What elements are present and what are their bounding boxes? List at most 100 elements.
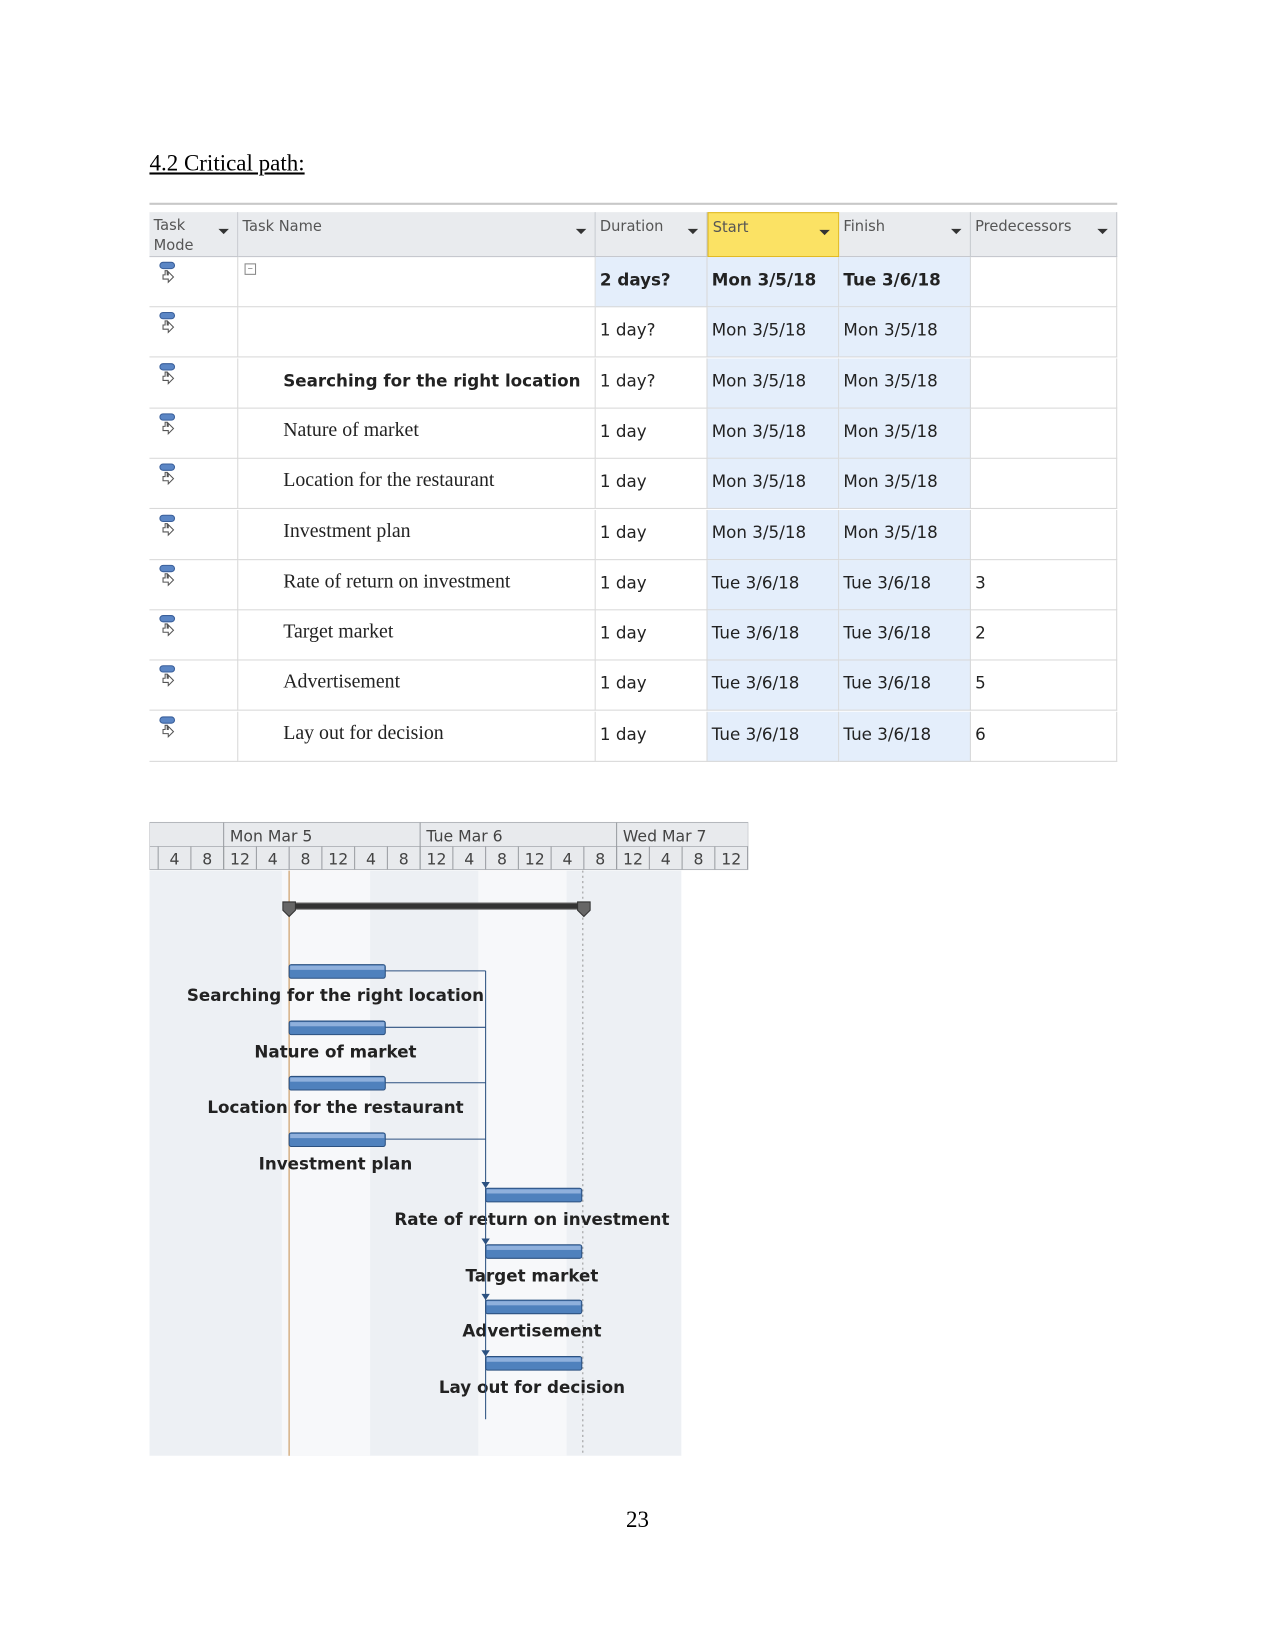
task-mode-auto-scheduled-icon: [159, 362, 176, 385]
duration-value: 1 day: [599, 572, 647, 593]
task-mode-cell[interactable]: [149, 559, 239, 611]
start-cell[interactable]: Tue 3/6/18: [707, 559, 840, 611]
dropdown-arrow-icon[interactable]: [1097, 228, 1108, 235]
task-mode-cell[interactable]: [149, 610, 239, 661]
task-name-cell[interactable]: Investment plan: [238, 509, 596, 560]
finish-cell[interactable]: Mon 3/5/18: [839, 509, 971, 560]
duration-cell[interactable]: 1 day?: [595, 307, 708, 358]
finish-cell[interactable]: Tue 3/6/18: [839, 711, 971, 762]
task-mode-cell[interactable]: [149, 257, 239, 308]
predecessors-cell[interactable]: [970, 509, 1118, 560]
task-name-cell[interactable]: Location for the restaurant: [238, 458, 596, 510]
dropdown-arrow-icon[interactable]: [687, 228, 699, 235]
column-header-duration[interactable]: Duration: [595, 212, 708, 258]
task-name-value: Investment plan: [283, 519, 411, 542]
start-cell[interactable]: Tue 3/6/18: [707, 660, 840, 712]
collapse-toggle-icon[interactable]: −: [244, 263, 257, 275]
finish-value: Tue 3/6/18: [843, 269, 941, 290]
predecessors-cell[interactable]: 2: [970, 610, 1118, 661]
duration-cell[interactable]: 1 day?: [595, 358, 708, 409]
task-name-cell[interactable]: Advertisement: [238, 660, 596, 712]
finish-value: Mon 3/5/18: [843, 421, 938, 441]
finish-cell[interactable]: Tue 3/6/18: [839, 660, 971, 712]
start-value: Tue 3/6/18: [711, 673, 800, 694]
task-name-cell[interactable]: Nature of market: [238, 408, 596, 459]
start-value: Tue 3/6/18: [711, 572, 800, 593]
finish-cell[interactable]: Tue 3/6/18: [839, 559, 971, 611]
duration-cell[interactable]: 1 day: [595, 509, 708, 560]
task-name-cell[interactable]: Target market: [238, 610, 596, 661]
dropdown-arrow-icon[interactable]: [218, 228, 229, 235]
column-header-finish[interactable]: Finish: [839, 212, 971, 258]
task-bar-highlight: [290, 1133, 385, 1139]
hour-tick-label: 12: [230, 849, 250, 868]
finish-value: Tue 3/6/18: [843, 622, 932, 643]
predecessors-value: 6: [975, 723, 986, 744]
column-header-predecessors[interactable]: Predecessors: [970, 212, 1118, 258]
task-mode-cell[interactable]: [149, 408, 239, 459]
task-mode-cell[interactable]: [149, 358, 239, 409]
start-cell[interactable]: Tue 3/6/18: [707, 610, 840, 661]
hour-tick-label: 4: [170, 849, 180, 868]
duration-cell[interactable]: 1 day: [595, 408, 708, 459]
task-name-cell[interactable]: [238, 307, 596, 358]
finish-cell[interactable]: Mon 3/5/18: [839, 458, 971, 510]
predecessors-cell[interactable]: [970, 408, 1118, 459]
start-cell[interactable]: Mon 3/5/18: [707, 307, 840, 358]
task-name-cell[interactable]: Lay out for decision: [238, 711, 596, 762]
task-name-value: Rate of return on investment: [283, 570, 511, 593]
start-cell[interactable]: Tue 3/6/18: [707, 711, 840, 762]
start-value: Tue 3/6/18: [711, 723, 800, 744]
start-cell[interactable]: Mon 3/5/18: [707, 408, 840, 459]
column-header-task-mode[interactable]: Task Mode: [149, 212, 239, 258]
task-name-cell[interactable]: −: [238, 257, 596, 308]
dropdown-arrow-icon[interactable]: [951, 228, 962, 235]
start-cell[interactable]: Mon 3/5/18: [707, 358, 840, 409]
column-header-task-name[interactable]: Task Name: [238, 212, 596, 258]
finish-cell[interactable]: Mon 3/5/18: [839, 408, 971, 459]
dropdown-arrow-icon[interactable]: [819, 229, 830, 236]
task-mode-cell[interactable]: [149, 458, 239, 510]
dropdown-arrow-icon[interactable]: [575, 228, 587, 235]
predecessors-cell[interactable]: 5: [970, 660, 1118, 712]
finish-cell[interactable]: Mon 3/5/18: [839, 358, 971, 409]
duration-cell[interactable]: 2 days?: [595, 257, 708, 308]
task-mode-cell[interactable]: [149, 307, 239, 358]
start-cell[interactable]: Mon 3/5/18: [707, 257, 840, 308]
finish-cell[interactable]: Tue 3/6/18: [839, 610, 971, 661]
duration-value: 1 day: [599, 622, 647, 643]
finish-cell[interactable]: Mon 3/5/18: [839, 307, 971, 358]
task-name-cell[interactable]: Searching for the right location: [238, 358, 596, 409]
column-header-start[interactable]: Start: [707, 212, 840, 258]
chart-background: [149, 870, 682, 1456]
task-bar-label: Lay out for decision: [439, 1377, 625, 1397]
task-mode-cell[interactable]: [149, 660, 239, 712]
start-cell[interactable]: Mon 3/5/18: [707, 509, 840, 560]
predecessors-cell[interactable]: 6: [970, 711, 1118, 762]
predecessors-cell[interactable]: [970, 257, 1118, 308]
duration-value: 1 day: [599, 421, 647, 441]
duration-cell[interactable]: 1 day: [595, 559, 708, 611]
duration-cell[interactable]: 1 day: [595, 660, 708, 712]
task-mode-auto-scheduled-icon: [159, 665, 176, 688]
finish-value: Mon 3/5/18: [843, 471, 938, 492]
start-cell[interactable]: Mon 3/5/18: [707, 458, 840, 510]
hour-tick-label: 8: [693, 849, 703, 868]
hour-tick-label: 8: [202, 849, 212, 868]
task-mode-auto-scheduled-icon: [159, 514, 176, 536]
duration-cell[interactable]: 1 day: [595, 610, 708, 661]
predecessors-cell[interactable]: [970, 458, 1118, 510]
task-mode-cell[interactable]: [149, 509, 239, 560]
hour-tick-label: 8: [595, 849, 605, 868]
task-mode-cell[interactable]: [149, 711, 239, 762]
summary-bar: [288, 902, 585, 910]
column-header-label: Finish: [843, 218, 886, 236]
predecessors-cell[interactable]: 3: [970, 559, 1118, 611]
task-name-cell[interactable]: Rate of return on investment: [238, 559, 596, 611]
hour-tick-label: 8: [399, 849, 409, 868]
duration-cell[interactable]: 1 day: [595, 458, 708, 510]
predecessors-cell[interactable]: [970, 358, 1118, 409]
duration-cell[interactable]: 1 day: [595, 711, 708, 762]
finish-cell[interactable]: Tue 3/6/18: [839, 257, 971, 308]
predecessors-cell[interactable]: [970, 307, 1118, 358]
